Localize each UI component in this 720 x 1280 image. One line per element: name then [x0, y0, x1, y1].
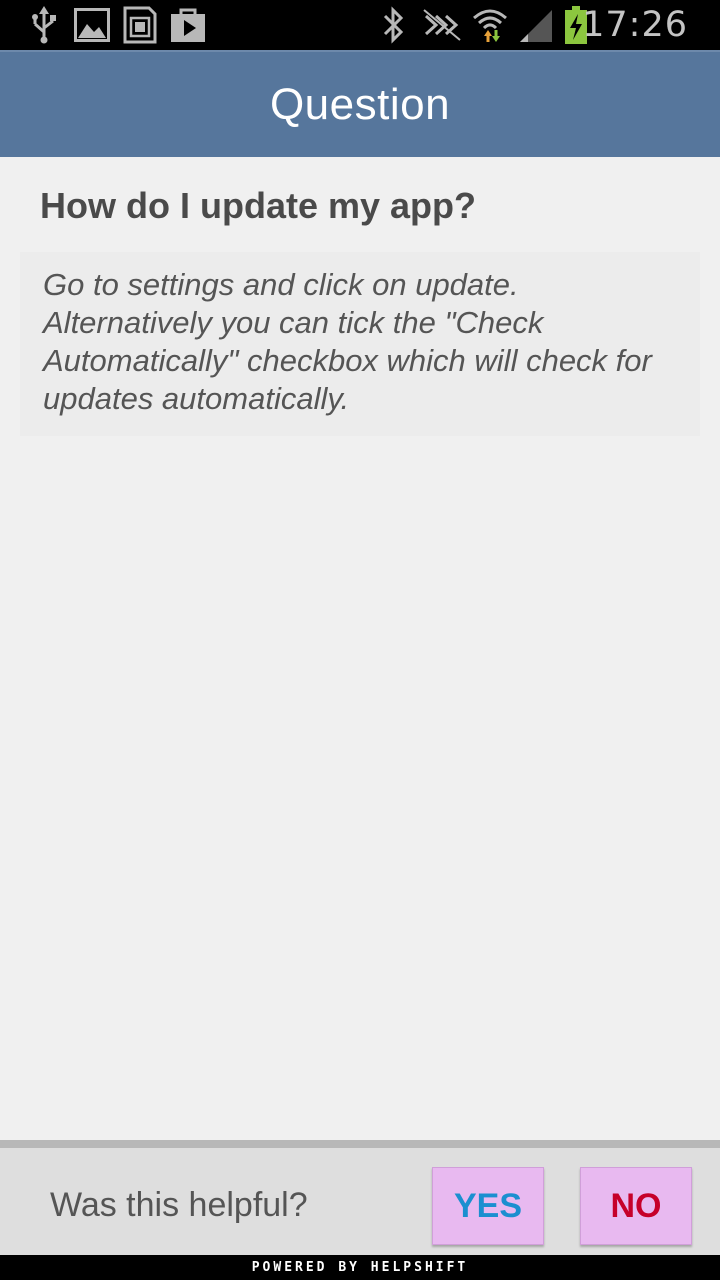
nfc-icon	[422, 6, 462, 44]
bluetooth-icon	[382, 6, 404, 44]
status-bar: 17:26	[0, 0, 720, 50]
sd-card-icon	[123, 6, 157, 44]
question-title: How do I update my app?	[40, 185, 477, 226]
usb-icon	[30, 6, 58, 44]
powered-by-footer: POWERED BY HELPSHIFT	[0, 1255, 720, 1280]
feedback-bar: Was this helpful? YES NO	[0, 1140, 720, 1255]
yes-button[interactable]: YES	[432, 1167, 544, 1245]
signal-icon	[520, 6, 554, 44]
action-bar: Question	[0, 50, 720, 157]
clock: 17:26	[582, 5, 688, 45]
no-button[interactable]: NO	[580, 1167, 692, 1245]
page-title: Question	[269, 79, 451, 129]
answer-box: Go to settings and click on update. Alte…	[20, 252, 700, 436]
answer-text: Go to settings and click on update. Alte…	[43, 267, 652, 416]
play-store-icon	[170, 6, 206, 44]
image-icon	[74, 6, 110, 44]
feedback-prompt: Was this helpful?	[50, 1186, 308, 1224]
wifi-icon	[472, 6, 508, 44]
